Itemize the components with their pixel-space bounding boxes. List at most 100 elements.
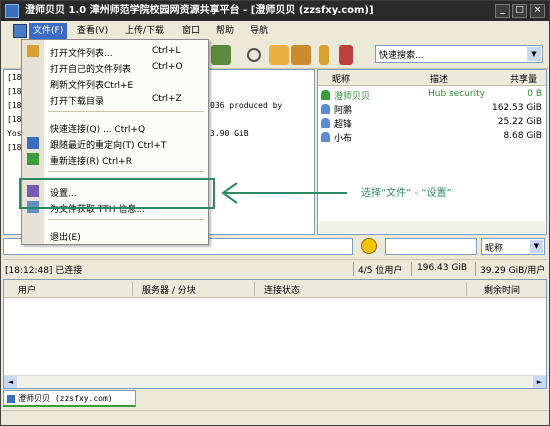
tab-hub[interactable]: 澄师贝贝 (zzsfxy.com) [3, 390, 136, 407]
menu-transfer[interactable]: 上传/下载 [121, 23, 168, 39]
user-nick: 超锋 [334, 120, 353, 130]
app-icon [5, 4, 19, 18]
column-user[interactable]: 用户 [18, 283, 36, 296]
settings-highlight-box [19, 178, 215, 209]
user-icon [321, 132, 330, 142]
window-title: 澄师贝贝 1.0 漳州师范学院校园网资源共享平台 - [澄师贝贝 (zzsfxy… [25, 5, 374, 16]
menu-file[interactable]: 文件(F) [29, 23, 68, 39]
user-share: 25.22 GiB [497, 117, 542, 127]
column-share[interactable]: 共享量 [510, 72, 537, 85]
quick-search-input[interactable]: 快速搜索... ▼ [375, 45, 543, 63]
toolbar-user-icon[interactable] [269, 45, 289, 65]
menu-separator [48, 171, 204, 172]
emoticon-icon[interactable] [361, 238, 377, 254]
divider [254, 282, 255, 296]
user-row[interactable]: 阿鹏 162.53 GiB [318, 102, 546, 116]
divider [353, 262, 354, 276]
menu-item-label: 打开自己的文件列表 [50, 65, 132, 75]
menu-navigate[interactable]: 导航 [246, 23, 272, 39]
queue-scrollbar[interactable]: ◄ ► [4, 375, 546, 388]
user-row[interactable]: 澄师贝贝 Hub security 0 B [318, 88, 546, 102]
toolbar-queue-icon[interactable] [339, 45, 353, 65]
divider [411, 262, 412, 276]
maximize-button[interactable]: □ [512, 4, 527, 18]
menu-item[interactable]: 打开文件列表... Ctrl+L [22, 43, 208, 59]
column-hub[interactable]: 服务器 / 分块 [142, 283, 196, 296]
pointer-arrow-icon [221, 182, 347, 204]
column-time-left[interactable]: 剩余时间 [484, 283, 520, 296]
title-bar: 澄师贝贝 1.0 漳州师范学院校园网资源共享平台 - [澄师贝贝 (zzsfxy… [1, 1, 549, 21]
menu-item-shortcut: Ctrl+L [152, 46, 181, 56]
menu-window[interactable]: 窗口 [178, 23, 204, 39]
status-per-user: 39.29 GiB/用户 [480, 266, 546, 276]
user-row[interactable]: 小布 8.68 GiB [318, 130, 546, 144]
scroll-left-icon[interactable]: ◄ [4, 376, 17, 388]
menu-item-shortcut: Ctrl+Z [152, 94, 182, 104]
user-list[interactable]: 昵称 描述 共享量 澄师贝贝 Hub security 0 B 阿鹏 162.53 Gi… [317, 69, 547, 235]
queue-header: 用户 服务器 / 分块 连接状态 剩余时间 [4, 280, 546, 298]
divider [466, 282, 467, 296]
user-filter-input[interactable] [385, 238, 477, 255]
toolbar-download-icon[interactable] [211, 45, 231, 65]
user-nick: 澄师贝贝 [334, 92, 371, 102]
user-icon [321, 90, 330, 100]
filter-column-select[interactable]: 昵称 ▼ [481, 238, 545, 255]
annotation-label: 选择“文件” - “设置” [361, 188, 452, 199]
transfer-queue[interactable]: 用户 服务器 / 分块 连接状态 剩余时间 ◄ ► [3, 279, 547, 389]
menu-help[interactable]: 帮助 [212, 23, 238, 39]
chevron-down-icon[interactable]: ▼ [530, 240, 543, 253]
menu-item[interactable]: 打开下载目录 Ctrl+Z [22, 91, 208, 107]
chevron-down-icon[interactable]: ▼ [527, 47, 541, 61]
chat-fragment: 036 produced by [210, 101, 283, 110]
divider [132, 282, 133, 296]
user-nick: 小布 [334, 134, 353, 144]
filter-column-value: 昵称 [485, 244, 504, 254]
menu-item[interactable]: 刷新文件列表Ctrl+E [22, 75, 208, 91]
menu-bar: 文件(F) 查看(V) 上传/下载 窗口 帮助 导航 [1, 22, 549, 40]
scroll-right-icon[interactable]: ► [533, 376, 546, 388]
redirect-icon [27, 137, 39, 149]
app-menu-icon[interactable] [13, 24, 27, 38]
menu-item[interactable]: 跟随最近的重定向(T) Ctrl+T [22, 135, 208, 151]
menu-separator [48, 219, 204, 220]
menu-item-label: 打开文件列表... [50, 49, 113, 59]
menu-item[interactable]: 打开自己的文件列表 Ctrl+O [22, 59, 208, 75]
user-icon [321, 104, 330, 114]
close-button[interactable]: × [530, 4, 545, 18]
column-desc[interactable]: 描述 [430, 72, 448, 85]
reconnect-icon [27, 153, 39, 165]
user-share: 8.68 GiB [503, 131, 542, 141]
search-icon[interactable] [247, 48, 261, 62]
folder-open-icon [27, 45, 39, 57]
user-row[interactable]: 超锋 25.22 GiB [318, 116, 546, 130]
menu-item-label: 跟随最近的重定向(T) Ctrl+T [50, 141, 167, 151]
menu-item-shortcut: Ctrl+O [152, 62, 183, 72]
user-list-scrollbar[interactable] [319, 221, 545, 233]
column-status[interactable]: 连接状态 [264, 283, 300, 296]
user-icon [321, 118, 330, 128]
menu-view[interactable]: 查看(V) [73, 23, 112, 39]
menu-item[interactable]: 快速连接(Q) ... Ctrl+Q [22, 119, 208, 135]
quick-search-value: 快速搜索... [379, 51, 424, 61]
status-bar: [18:12:48] 已连接 4/5 位用户 196.43 GiB 39.29 … [3, 259, 547, 277]
minimize-button[interactable]: _ [495, 4, 510, 18]
menu-item-label: 快速连接(Q) ... Ctrl+Q [50, 125, 146, 135]
status-log: [18:12:48] 已连接 [5, 266, 83, 276]
tab-hub-label: 澄师贝贝 (zzsfxy.com) [18, 394, 113, 403]
app-window: 澄师贝贝 1.0 漳州师范学院校园网资源共享平台 - [澄师贝贝 (zzsfxy… [0, 0, 550, 426]
file-menu-dropdown: 打开文件列表... Ctrl+L 打开自己的文件列表 Ctrl+O 刷新文件列表Ctrl… [21, 39, 209, 245]
user-list-header: 昵称 描述 共享量 [318, 70, 546, 86]
menu-item-label: 重新连接(R) Ctrl+R [50, 157, 132, 167]
bottom-status-bar [1, 410, 549, 425]
user-share: 162.53 GiB [491, 103, 542, 113]
menu-item-label: 打开下载目录 [50, 97, 105, 107]
user-desc: Hub security [428, 89, 485, 99]
column-nick[interactable]: 昵称 [332, 72, 350, 85]
divider [475, 262, 476, 276]
status-users: 4/5 位用户 [358, 266, 403, 276]
menu-item[interactable]: 重新连接(R) Ctrl+R [22, 151, 208, 167]
toolbar-folder-icon[interactable] [319, 45, 329, 65]
toolbar-favorites-icon[interactable] [291, 45, 311, 65]
menu-item[interactable]: 退出(E) [22, 227, 208, 243]
status-total-share: 196.43 GiB [417, 263, 468, 273]
